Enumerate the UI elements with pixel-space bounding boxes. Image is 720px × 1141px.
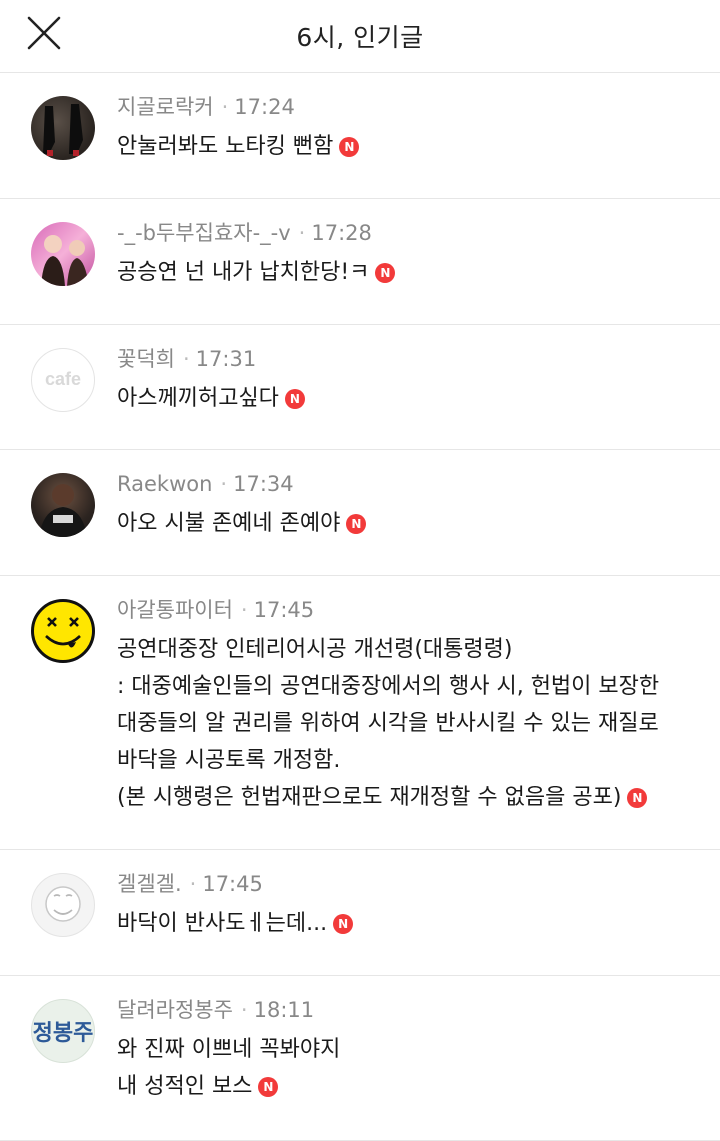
post-text-line: 바닥을 시공토록 개정함. (117, 748, 341, 773)
separator-dot: · (182, 347, 190, 371)
post-time: 17:45 (253, 598, 315, 622)
page-title: 6시, 인기글 (296, 23, 424, 52)
post-text-line: 안눌러봐도 노타킹 뻔함 N (117, 128, 700, 165)
avatar (31, 96, 95, 160)
author-name: 지골로락커 (117, 95, 214, 119)
avatar: cafe (31, 348, 95, 412)
separator-dot: · (240, 598, 248, 622)
avatar (31, 222, 95, 286)
popular-post-list: 지골로락커 · 17:24 안눌러봐도 노타킹 뻔함 N -_-b두부집효자-_-v ·… (0, 73, 720, 1141)
avatar (31, 599, 95, 663)
new-badge-icon: N (375, 263, 396, 283)
avatar-logo-text: 정봉주 (32, 1020, 94, 1046)
list-item[interactable]: Raekwon · 17:34 아오 시불 존예네 존예야 N (0, 450, 720, 576)
avatar (31, 873, 95, 937)
new-badge-icon: N (284, 389, 305, 409)
post-title: 공연대중장 인테리어시공 개선령(대통령령) : 대중예술인들의 공연대중장에서… (117, 631, 700, 816)
new-badge-icon: N (333, 914, 354, 934)
post-time: 17:45 (202, 872, 263, 896)
post-title: 공승연 넌 내가 납치한당!ㅋ N (117, 254, 700, 291)
post-text: 아스께끼허고싶다 (117, 386, 279, 411)
post-text-line: 아오 시불 존예네 존예야 N (117, 505, 700, 542)
post-text: 내 성적인 보스 (117, 1074, 253, 1099)
author-name: 겔겔겔. (117, 872, 182, 896)
post-text-line: (본 시행령은 헌법재판으로도 재개정할 수 없음을 공포) N (117, 779, 700, 816)
post-text-line: 공연대중장 인테리어시공 개선령(대통령령) (117, 637, 513, 662)
list-item[interactable]: cafe 꽃덕희 · 17:31 아스께끼허고싶다 N (0, 325, 720, 450)
separator-dot: · (189, 872, 197, 896)
post-time: 17:24 (234, 95, 295, 119)
post-title: 안눌러봐도 노타킹 뻔함 N (117, 128, 700, 165)
list-item[interactable]: 겔겔겔. · 17:45 바닥이 반사도ㅔ는데... N (0, 850, 720, 976)
post-text-line: : 대중예술인들의 공연대중장에서의 행사 시, 헌법이 보장한 (117, 674, 660, 699)
post-text-line: 공승연 넌 내가 납치한당!ㅋ N (117, 254, 700, 291)
post-text: 아오 시불 존예네 존예야 (117, 511, 341, 536)
cafe-logo: cafe (44, 369, 82, 389)
list-item[interactable]: -_-b두부집효자-_-v · 17:28 공승연 넌 내가 납치한당!ㅋ N (0, 199, 720, 325)
new-badge-icon: N (627, 788, 648, 808)
post-title: 바닥이 반사도ㅔ는데... N (117, 905, 700, 942)
avatar (31, 473, 95, 537)
post-title: 아오 시불 존예네 존예야 N (117, 505, 700, 542)
separator-dot: · (298, 221, 306, 245)
post-title: 와 진짜 이쁘네 꼭봐야지 내 성적인 보스 N (117, 1031, 700, 1105)
author-name: -_-b두부집효자-_-v (117, 221, 291, 245)
separator-dot: · (220, 472, 228, 496)
post-text: 안눌러봐도 노타킹 뻔함 (117, 134, 334, 159)
list-item[interactable]: 아갈통파이터 · 17:45 공연대중장 인테리어시공 개선령(대통령령) : 대중… (0, 576, 720, 850)
author-name: 달려라정봉주 (117, 998, 233, 1022)
close-button[interactable] (26, 15, 62, 51)
new-badge-icon: N (346, 514, 367, 534)
post-text-line: 대중들의 알 권리를 위하여 시각을 반사시킬 수 있는 재질로 (117, 711, 659, 736)
separator-dot: · (240, 998, 248, 1022)
post-text: 바닥이 반사도ㅔ는데... (117, 911, 328, 936)
post-time: 17:31 (195, 347, 257, 371)
post-text-line: 내 성적인 보스 N (117, 1068, 700, 1105)
post-text-line: 와 진짜 이쁘네 꼭봐야지 (117, 1037, 341, 1062)
list-item[interactable]: 지골로락커 · 17:24 안눌러봐도 노타킹 뻔함 N (0, 73, 720, 199)
post-title: 아스께끼허고싶다 N (117, 380, 700, 417)
close-icon (27, 16, 61, 50)
new-badge-icon: N (258, 1077, 279, 1097)
separator-dot: · (221, 95, 229, 119)
post-text-line: 아스께끼허고싶다 N (117, 380, 700, 417)
post-text: (본 시행령은 헌법재판으로도 재개정할 수 없음을 공포) (117, 785, 622, 810)
post-time: 17:28 (311, 221, 372, 245)
post-text: 공승연 넌 내가 납치한당!ㅋ (117, 260, 370, 285)
post-time: 17:34 (233, 472, 294, 496)
new-badge-icon: N (339, 137, 360, 157)
post-text-line: 바닥이 반사도ㅔ는데... N (117, 905, 700, 942)
header-bar: 6시, 인기글 (0, 0, 720, 73)
author-name: 아갈통파이터 (117, 598, 233, 622)
list-item[interactable]: 정봉주 달려라정봉주 · 18:11 와 진짜 이쁘네 꼭봐야지 내 성적인 보스 N (0, 976, 720, 1141)
author-name: 꽃덕희 (117, 347, 175, 371)
author-name: Raekwon (117, 472, 213, 496)
avatar: 정봉주 (31, 999, 95, 1063)
post-time: 18:11 (253, 998, 315, 1022)
